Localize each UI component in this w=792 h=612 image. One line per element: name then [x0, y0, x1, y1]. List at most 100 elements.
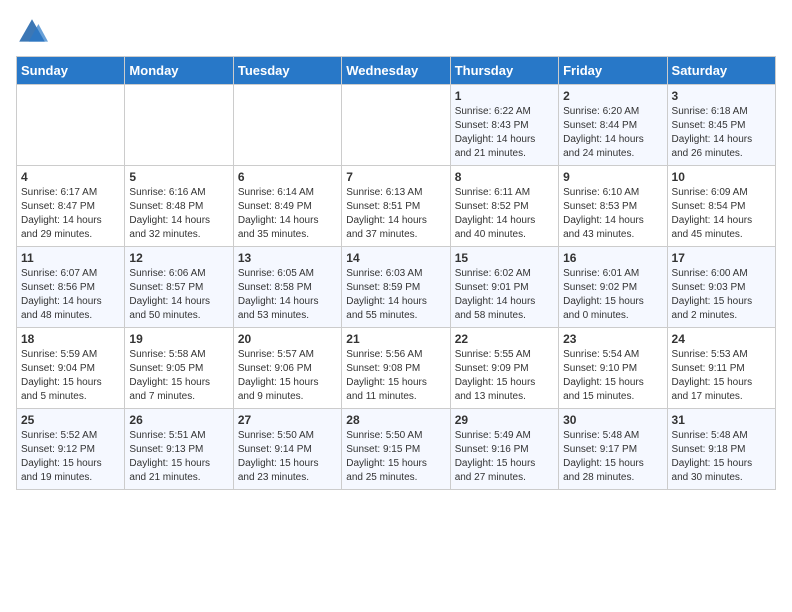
day-info: Sunrise: 6:05 AM Sunset: 8:58 PM Dayligh… [238, 268, 319, 321]
calendar-cell: 2 Sunrise: 6:20 AM Sunset: 8:44 PM Dayli… [559, 85, 667, 166]
calendar-cell: 22 Sunrise: 5:55 AM Sunset: 9:09 PM Dayl… [450, 328, 558, 409]
calendar-week-row: 1 Sunrise: 6:22 AM Sunset: 8:43 PM Dayli… [17, 85, 776, 166]
day-number: 7 [346, 170, 445, 184]
day-number: 23 [563, 332, 662, 346]
day-info: Sunrise: 6:07 AM Sunset: 8:56 PM Dayligh… [21, 268, 102, 321]
calendar-cell: 28 Sunrise: 5:50 AM Sunset: 9:15 PM Dayl… [342, 409, 450, 490]
day-info: Sunrise: 6:20 AM Sunset: 8:44 PM Dayligh… [563, 106, 644, 159]
day-info: Sunrise: 5:59 AM Sunset: 9:04 PM Dayligh… [21, 349, 102, 402]
day-info: Sunrise: 5:48 AM Sunset: 9:18 PM Dayligh… [672, 430, 753, 483]
day-info: Sunrise: 6:18 AM Sunset: 8:45 PM Dayligh… [672, 106, 753, 159]
calendar-cell: 11 Sunrise: 6:07 AM Sunset: 8:56 PM Dayl… [17, 247, 125, 328]
day-number: 11 [21, 251, 120, 265]
day-info: Sunrise: 6:09 AM Sunset: 8:54 PM Dayligh… [672, 187, 753, 240]
day-number: 21 [346, 332, 445, 346]
day-info: Sunrise: 6:11 AM Sunset: 8:52 PM Dayligh… [455, 187, 536, 240]
day-info: Sunrise: 6:13 AM Sunset: 8:51 PM Dayligh… [346, 187, 427, 240]
day-info: Sunrise: 6:02 AM Sunset: 9:01 PM Dayligh… [455, 268, 536, 321]
calendar-cell: 26 Sunrise: 5:51 AM Sunset: 9:13 PM Dayl… [125, 409, 233, 490]
calendar-cell: 15 Sunrise: 6:02 AM Sunset: 9:01 PM Dayl… [450, 247, 558, 328]
day-info: Sunrise: 6:17 AM Sunset: 8:47 PM Dayligh… [21, 187, 102, 240]
day-info: Sunrise: 5:54 AM Sunset: 9:10 PM Dayligh… [563, 349, 644, 402]
day-number: 9 [563, 170, 662, 184]
day-number: 29 [455, 413, 554, 427]
calendar-cell: 12 Sunrise: 6:06 AM Sunset: 8:57 PM Dayl… [125, 247, 233, 328]
day-number: 6 [238, 170, 337, 184]
day-number: 1 [455, 89, 554, 103]
day-number: 25 [21, 413, 120, 427]
day-number: 13 [238, 251, 337, 265]
day-number: 20 [238, 332, 337, 346]
calendar-cell [342, 85, 450, 166]
day-number: 26 [129, 413, 228, 427]
calendar-week-row: 25 Sunrise: 5:52 AM Sunset: 9:12 PM Dayl… [17, 409, 776, 490]
calendar-cell: 29 Sunrise: 5:49 AM Sunset: 9:16 PM Dayl… [450, 409, 558, 490]
calendar-cell: 16 Sunrise: 6:01 AM Sunset: 9:02 PM Dayl… [559, 247, 667, 328]
calendar-cell: 24 Sunrise: 5:53 AM Sunset: 9:11 PM Dayl… [667, 328, 775, 409]
logo-icon [16, 16, 48, 48]
calendar-cell: 1 Sunrise: 6:22 AM Sunset: 8:43 PM Dayli… [450, 85, 558, 166]
calendar-cell: 3 Sunrise: 6:18 AM Sunset: 8:45 PM Dayli… [667, 85, 775, 166]
day-info: Sunrise: 6:03 AM Sunset: 8:59 PM Dayligh… [346, 268, 427, 321]
day-info: Sunrise: 6:10 AM Sunset: 8:53 PM Dayligh… [563, 187, 644, 240]
day-number: 19 [129, 332, 228, 346]
day-info: Sunrise: 6:06 AM Sunset: 8:57 PM Dayligh… [129, 268, 210, 321]
calendar-cell: 30 Sunrise: 5:48 AM Sunset: 9:17 PM Dayl… [559, 409, 667, 490]
day-info: Sunrise: 6:16 AM Sunset: 8:48 PM Dayligh… [129, 187, 210, 240]
day-number: 12 [129, 251, 228, 265]
calendar-cell: 14 Sunrise: 6:03 AM Sunset: 8:59 PM Dayl… [342, 247, 450, 328]
day-header-sunday: Sunday [17, 57, 125, 85]
day-info: Sunrise: 6:01 AM Sunset: 9:02 PM Dayligh… [563, 268, 644, 321]
day-info: Sunrise: 5:55 AM Sunset: 9:09 PM Dayligh… [455, 349, 536, 402]
day-info: Sunrise: 5:50 AM Sunset: 9:14 PM Dayligh… [238, 430, 319, 483]
day-number: 22 [455, 332, 554, 346]
day-header-friday: Friday [559, 57, 667, 85]
day-number: 14 [346, 251, 445, 265]
day-info: Sunrise: 5:57 AM Sunset: 9:06 PM Dayligh… [238, 349, 319, 402]
day-number: 24 [672, 332, 771, 346]
day-number: 28 [346, 413, 445, 427]
calendar-cell: 19 Sunrise: 5:58 AM Sunset: 9:05 PM Dayl… [125, 328, 233, 409]
day-number: 30 [563, 413, 662, 427]
calendar-week-row: 11 Sunrise: 6:07 AM Sunset: 8:56 PM Dayl… [17, 247, 776, 328]
day-number: 31 [672, 413, 771, 427]
calendar-cell: 13 Sunrise: 6:05 AM Sunset: 8:58 PM Dayl… [233, 247, 341, 328]
day-number: 2 [563, 89, 662, 103]
calendar-cell: 9 Sunrise: 6:10 AM Sunset: 8:53 PM Dayli… [559, 166, 667, 247]
day-number: 8 [455, 170, 554, 184]
day-info: Sunrise: 5:58 AM Sunset: 9:05 PM Dayligh… [129, 349, 210, 402]
day-info: Sunrise: 5:56 AM Sunset: 9:08 PM Dayligh… [346, 349, 427, 402]
day-number: 4 [21, 170, 120, 184]
calendar-cell: 27 Sunrise: 5:50 AM Sunset: 9:14 PM Dayl… [233, 409, 341, 490]
day-info: Sunrise: 5:52 AM Sunset: 9:12 PM Dayligh… [21, 430, 102, 483]
day-info: Sunrise: 6:00 AM Sunset: 9:03 PM Dayligh… [672, 268, 753, 321]
calendar-cell: 7 Sunrise: 6:13 AM Sunset: 8:51 PM Dayli… [342, 166, 450, 247]
calendar-cell: 10 Sunrise: 6:09 AM Sunset: 8:54 PM Dayl… [667, 166, 775, 247]
calendar-cell: 20 Sunrise: 5:57 AM Sunset: 9:06 PM Dayl… [233, 328, 341, 409]
calendar-cell: 8 Sunrise: 6:11 AM Sunset: 8:52 PM Dayli… [450, 166, 558, 247]
logo [16, 16, 52, 48]
day-number: 18 [21, 332, 120, 346]
calendar-cell: 31 Sunrise: 5:48 AM Sunset: 9:18 PM Dayl… [667, 409, 775, 490]
calendar-cell: 18 Sunrise: 5:59 AM Sunset: 9:04 PM Dayl… [17, 328, 125, 409]
day-header-monday: Monday [125, 57, 233, 85]
day-number: 3 [672, 89, 771, 103]
day-number: 15 [455, 251, 554, 265]
day-header-tuesday: Tuesday [233, 57, 341, 85]
calendar-cell: 5 Sunrise: 6:16 AM Sunset: 8:48 PM Dayli… [125, 166, 233, 247]
calendar-cell: 6 Sunrise: 6:14 AM Sunset: 8:49 PM Dayli… [233, 166, 341, 247]
calendar-cell: 21 Sunrise: 5:56 AM Sunset: 9:08 PM Dayl… [342, 328, 450, 409]
day-number: 16 [563, 251, 662, 265]
calendar-week-row: 18 Sunrise: 5:59 AM Sunset: 9:04 PM Dayl… [17, 328, 776, 409]
calendar-week-row: 4 Sunrise: 6:17 AM Sunset: 8:47 PM Dayli… [17, 166, 776, 247]
day-number: 27 [238, 413, 337, 427]
day-header-wednesday: Wednesday [342, 57, 450, 85]
day-number: 17 [672, 251, 771, 265]
day-number: 10 [672, 170, 771, 184]
calendar-cell [233, 85, 341, 166]
day-header-saturday: Saturday [667, 57, 775, 85]
calendar-cell: 23 Sunrise: 5:54 AM Sunset: 9:10 PM Dayl… [559, 328, 667, 409]
calendar-cell: 4 Sunrise: 6:17 AM Sunset: 8:47 PM Dayli… [17, 166, 125, 247]
day-info: Sunrise: 5:48 AM Sunset: 9:17 PM Dayligh… [563, 430, 644, 483]
calendar-cell [125, 85, 233, 166]
